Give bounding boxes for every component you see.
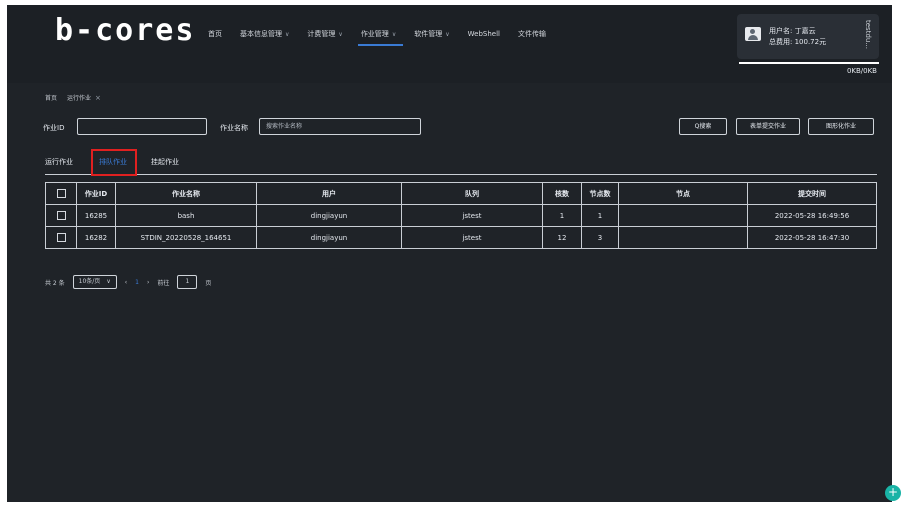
graphic-job-button[interactable]: 图形化作业 [808,118,874,135]
top-header: b-cores 首页 基本信息管理 ∨ 计费管理 ∨ 作业管理 ∨ 软件管理 ∨ Web… [7,5,892,83]
column-header: 队列 [401,182,543,205]
quota-bar [739,62,879,64]
nav-job-management[interactable]: 作业管理 ∨ [352,27,405,46]
nav-billing[interactable]: 计费管理 ∨ [298,27,351,41]
goto-label: 前往 [157,279,170,287]
user-cell: dingjiayun [256,226,402,249]
row-checkbox[interactable] [56,233,66,242]
tab-running[interactable]: 运行作业 [45,151,73,173]
main-nav: 首页 基本信息管理 ∨ 计费管理 ∨ 作业管理 ∨ 软件管理 ∨ WebShell 文件… [199,27,555,46]
user-cell: dingjiayun [256,204,402,227]
nav-basic-info[interactable]: 基本信息管理 ∨ [231,27,298,41]
quota-text: 0KB/0KB [846,67,877,75]
column-header: 核数 [542,182,582,205]
nav-file-transfer-label: 文件传输 [517,30,546,38]
close-icon[interactable]: × [95,94,101,102]
job-tabs: 运行作业 排队作业 挂起作业 [45,149,877,176]
chevron-down-icon: ∨ [285,31,290,38]
nodes-cell [618,204,748,227]
table-header-row: 作业ID 作业名称 用户 队列 核数 节点数 节点 提交时间 [45,182,877,205]
nav-software-label: 软件管理 [414,30,443,38]
chevron-down-icon: ∨ [338,31,343,38]
table-row: 16282 STDIN_20220528_164651 dingjiayun j… [45,226,877,249]
column-header: 用户 [256,182,402,205]
queue-cell: jstest [401,226,543,249]
current-page-number[interactable]: 1 [135,279,139,286]
column-header: 提交时间 [747,182,877,205]
job-name-label: 作业名称 [220,124,248,132]
next-page-button[interactable]: › [147,279,149,286]
highlight-box [91,149,137,176]
page-unit-label: 页 [205,279,212,287]
breadcrumb: 首页 运行作业 × [45,93,101,103]
job-id-cell: 16282 [76,226,116,249]
job-name-link[interactable]: STDIN_20220528_164651 [115,226,257,249]
submit-job-button[interactable]: 表单提交作业 [736,118,800,135]
breadcrumb-current-label: 运行作业 [67,95,92,102]
add-float-button[interactable]: + [885,485,901,501]
job-name-input[interactable] [259,118,421,135]
page-size-value: 10条/页 [78,278,101,285]
pagination: 共 2 条 10条/页 ∨ ‹ 1 › 前往 1 页 [45,275,211,289]
nodes-count-cell: 3 [581,226,619,249]
cores-cell: 1 [542,204,582,227]
nav-home[interactable]: 首页 [199,27,231,41]
search-button[interactable]: Q搜索 [679,118,727,135]
chevron-down-icon: ∨ [391,31,397,38]
row-select-cell[interactable] [45,226,77,249]
prev-page-button[interactable]: ‹ [125,279,127,286]
app-window: b-cores 首页 基本信息管理 ∨ 计费管理 ∨ 作业管理 ∨ 软件管理 ∨ Web… [7,5,892,502]
column-header: 节点数 [581,182,619,205]
avatar-icon [745,27,761,41]
submit-time-cell: 2022-05-28 16:49:56 [747,204,877,227]
cores-cell: 12 [542,226,582,249]
nav-basic-info-label: 基本信息管理 [240,30,282,38]
row-checkbox[interactable] [56,211,66,220]
queue-cell: jstest [401,204,543,227]
job-id-label: 作业ID [43,124,65,132]
submit-time-cell: 2022-05-28 16:47:30 [747,226,877,249]
goto-page-input[interactable]: 1 [177,275,198,289]
nav-job-management-label: 作业管理 [360,30,389,38]
nav-file-transfer[interactable]: 文件传输 [509,27,555,41]
chevron-down-icon: ∨ [106,278,111,285]
job-id-input[interactable] [77,118,207,135]
jobs-table: 作业ID 作业名称 用户 队列 核数 节点数 节点 提交时间 16285 bas… [45,182,877,249]
nodes-count-cell: 1 [581,204,619,227]
user-cost: 总费用: 100.72元 [769,38,827,46]
tab-suspended[interactable]: 挂起作业 [151,151,179,173]
user-side-text: testdu... [864,20,872,49]
nav-billing-label: 计费管理 [307,30,336,38]
page-size-select[interactable]: 10条/页 ∨ [72,275,117,289]
breadcrumb-current-tab[interactable]: 运行作业 × [67,93,101,103]
column-header: 节点 [618,182,748,205]
user-name: 用户名: 丁嘉云 [769,27,816,35]
nodes-cell [618,226,748,249]
nav-software[interactable]: 软件管理 ∨ [405,27,458,41]
row-select-cell[interactable] [45,204,77,227]
column-header: 作业名称 [115,182,257,205]
nav-webshell-label: WebShell [467,30,500,38]
select-all-checkbox[interactable] [56,189,66,198]
job-id-cell: 16285 [76,204,116,227]
job-name-link[interactable]: bash [115,204,257,227]
column-header: 作业ID [76,182,116,205]
breadcrumb-home[interactable]: 首页 [45,93,57,102]
select-all-cell[interactable] [45,182,77,205]
user-card[interactable]: 用户名: 丁嘉云 总费用: 100.72元 testdu... [737,14,879,59]
logo: b-cores [55,13,196,48]
pagination-total: 共 2 条 [45,279,65,287]
nav-webshell[interactable]: WebShell [459,27,509,41]
chevron-down-icon: ∨ [445,31,450,38]
table-row: 16285 bash dingjiayun jstest 1 1 2022-05… [45,204,877,227]
nav-home-label: 首页 [208,30,222,38]
